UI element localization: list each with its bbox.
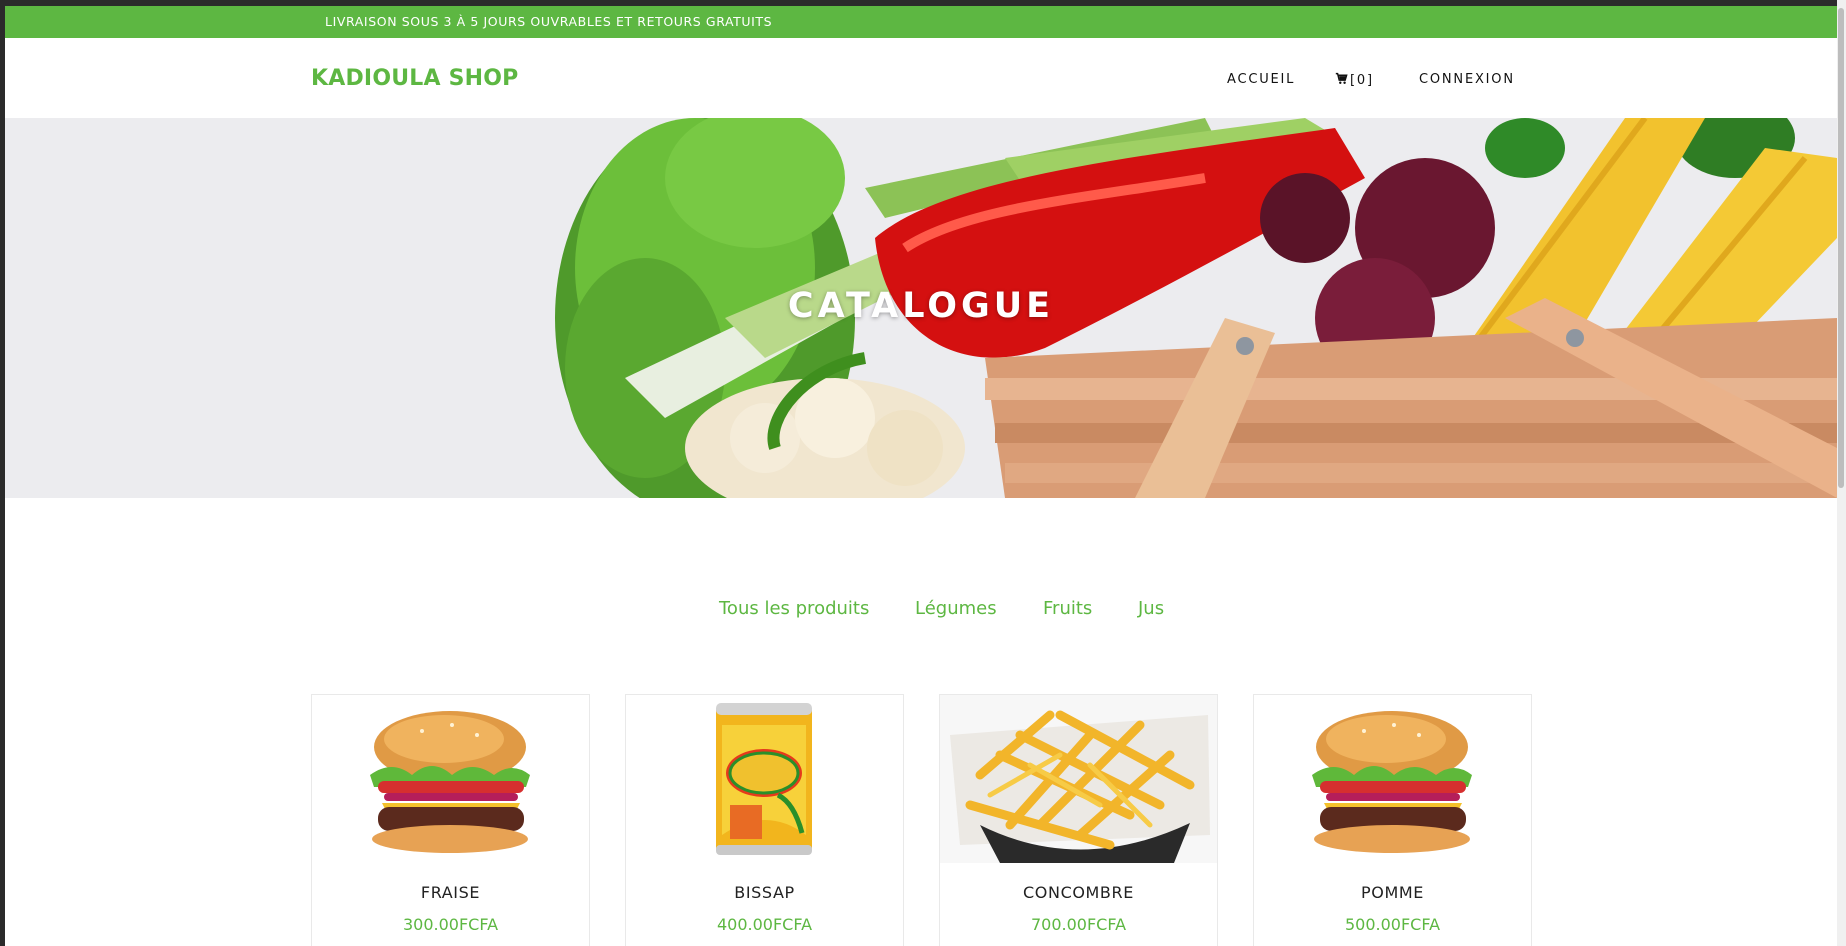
- hero-title: CATALOGUE: [787, 286, 1055, 326]
- product-name: BISSAP: [734, 883, 795, 902]
- product-name: CONCOMBRE: [1023, 883, 1134, 902]
- page: LIVRAISON SOUS 3 À 5 JOURS OUVRABLES ET …: [5, 6, 1837, 946]
- product-price: 500.00FCFA: [1344, 915, 1441, 934]
- product-image-fries[interactable]: [940, 695, 1217, 863]
- scrollbar-thumb[interactable]: [1838, 8, 1844, 488]
- nav-home-link[interactable]: ACCUEIL: [1227, 72, 1295, 87]
- product-card[interactable]: CONCOMBRE 700.00FCFA: [939, 694, 1218, 946]
- filter-vegetables[interactable]: Légumes: [915, 598, 997, 619]
- product-image-lipton-can[interactable]: [626, 695, 903, 863]
- product-image-burger[interactable]: [312, 695, 589, 863]
- cart-count: [0]: [1350, 73, 1374, 88]
- announcement-bar: LIVRAISON SOUS 3 À 5 JOURS OUVRABLES ET …: [5, 6, 1837, 38]
- product-price: 400.00FCFA: [716, 915, 813, 934]
- filter-all-products[interactable]: Tous les produits: [719, 598, 869, 619]
- product-image-burger[interactable]: [1254, 695, 1531, 863]
- nav-login-link[interactable]: CONNEXION: [1419, 72, 1515, 87]
- filter-juices[interactable]: Jus: [1138, 598, 1164, 619]
- brand-logo-link[interactable]: KADIOULA SHOP: [311, 66, 518, 91]
- cart-icon: [1335, 72, 1348, 84]
- product-card[interactable]: POMME 500.00FCFA: [1253, 694, 1532, 946]
- product-price: 300.00FCFA: [402, 915, 499, 934]
- hero-banner: CATALOGUE: [5, 118, 1837, 498]
- nav-cart-link[interactable]: [0]: [1335, 72, 1374, 88]
- product-price: 700.00FCFA: [1030, 915, 1127, 934]
- product-name: POMME: [1361, 883, 1424, 902]
- navbar: KADIOULA SHOP ACCUEIL [0] CONNEXION: [5, 38, 1837, 118]
- product-name: FRAISE: [420, 883, 481, 902]
- announcement-text: LIVRAISON SOUS 3 À 5 JOURS OUVRABLES ET …: [325, 14, 773, 29]
- filter-fruits[interactable]: Fruits: [1043, 598, 1092, 619]
- product-card[interactable]: FRAISE 300.00FCFA: [311, 694, 590, 946]
- product-card[interactable]: BISSAP 400.00FCFA: [625, 694, 904, 946]
